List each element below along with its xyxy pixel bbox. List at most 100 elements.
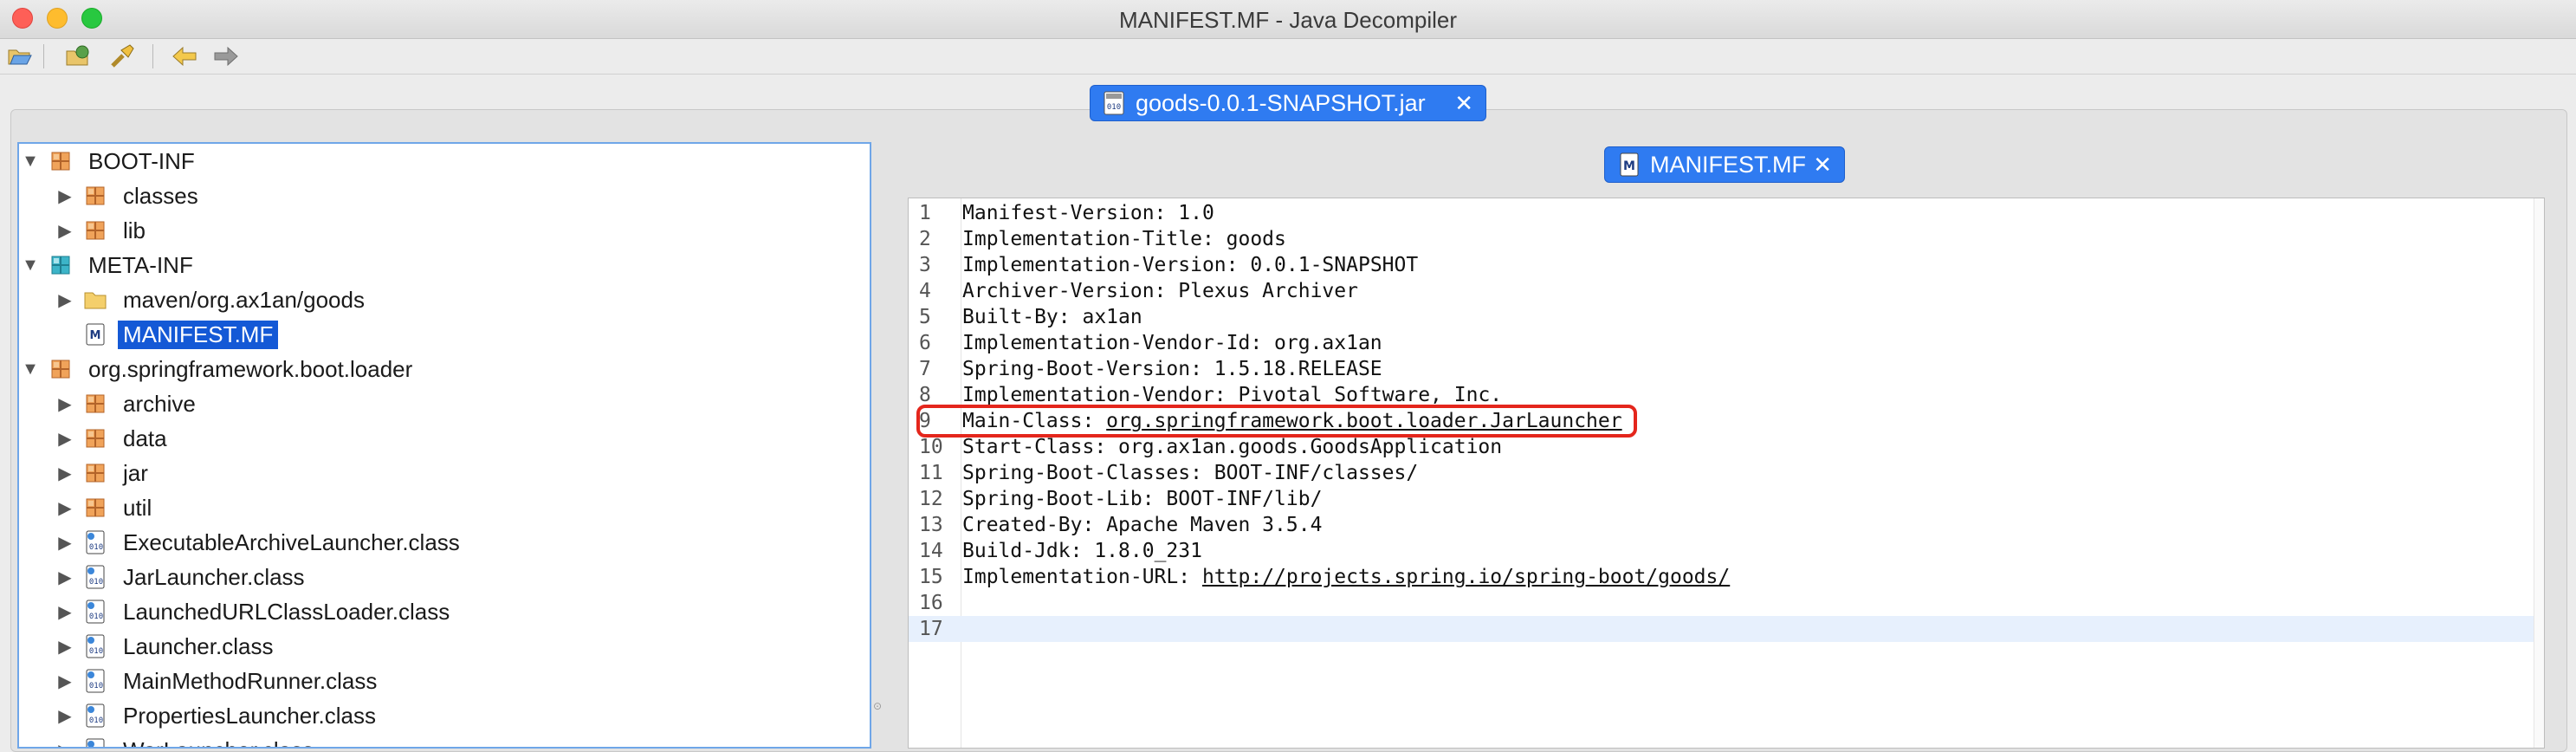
collapse-arrow-icon[interactable]: ▼	[19, 152, 42, 172]
manifest-key: Manifest-Version:	[962, 202, 1179, 224]
expand-arrow-icon[interactable]: ▶	[54, 532, 76, 554]
collapse-arrow-icon[interactable]: ▼	[19, 256, 42, 276]
tree-item-label: lib	[123, 217, 146, 243]
collapse-arrow-icon[interactable]: ▼	[19, 360, 42, 379]
expand-arrow-icon[interactable]: ▶	[54, 705, 76, 727]
package-icon	[83, 392, 107, 416]
search-flashlight-icon	[111, 44, 134, 68]
class-file-icon: 010	[83, 738, 107, 747]
manifest-value: BOOT-INF/classes/	[1214, 462, 1419, 484]
tree-item[interactable]: ▶ lib	[54, 215, 151, 246]
search-button[interactable]	[107, 42, 137, 70]
code-editor[interactable]: 1 Manifest-Version: 1.0 2 Implementation-Ti…	[908, 198, 2545, 749]
manifest-value: 1.5.18.RELEASE	[1214, 358, 1382, 380]
tab-jar-label: goods-0.0.1-SNAPSHOT.jar	[1136, 89, 1426, 116]
expand-arrow-icon[interactable]: ▶	[54, 428, 76, 450]
manifest-key: Start-Class:	[962, 436, 1119, 458]
svg-text:010: 010	[89, 613, 103, 621]
tree-item[interactable]: ▶ 010 LaunchedURLClassLoader.class	[54, 596, 455, 627]
tree-item[interactable]: ▶ 010 JarLauncher.class	[54, 561, 310, 593]
package-tree[interactable]: ▼ BOOT-INF ▶ classes ▶ lib ▼ META-INF ▶ maven/org…	[17, 142, 871, 749]
tree-item[interactable]: ▼ BOOT-INF	[19, 146, 200, 177]
manifest-value: ax1an	[1082, 306, 1142, 328]
tree-item-label: MainMethodRunner.class	[123, 667, 378, 694]
tree-item-label: classes	[123, 182, 198, 209]
tree-item-label: archive	[123, 390, 196, 417]
manifest-key: Implementation-Vendor-Id:	[962, 332, 1275, 354]
open-type-button[interactable]	[64, 42, 94, 70]
tree-item[interactable]: ▶ jar	[54, 457, 153, 489]
tree-item[interactable]: ▶ 010 MainMethodRunner.class	[54, 665, 382, 697]
expand-arrow-icon[interactable]: ▶	[54, 463, 76, 484]
manifest-value: BOOT-INF/lib/	[1166, 488, 1323, 510]
expand-arrow-icon[interactable]: ▶	[54, 740, 76, 748]
open-file-button[interactable]	[5, 42, 35, 70]
line-number: 5	[919, 306, 931, 328]
expand-arrow-icon[interactable]: ▶	[54, 671, 76, 692]
tree-item[interactable]: ▶ 010 PropertiesLauncher.class	[54, 700, 381, 731]
manifest-value-link[interactable]: http://projects.spring.io/spring-boot/go…	[1202, 566, 1730, 588]
forward-button[interactable]	[211, 42, 241, 70]
code-line: 14 Build-Jdk: 1.8.0_231	[909, 538, 2544, 564]
manifest-key: Implementation-Title:	[962, 228, 1227, 250]
tree-item-label: data	[123, 425, 167, 451]
tree-item[interactable]: ▶ util	[54, 492, 157, 523]
expand-arrow-icon[interactable]: ▶	[54, 289, 76, 311]
back-button[interactable]	[170, 42, 199, 70]
vertical-scrollbar[interactable]	[2534, 198, 2544, 748]
line-number: 10	[919, 436, 943, 458]
tree-item[interactable]: ▶ 010 ExecutableArchiveLauncher.class	[54, 527, 465, 558]
toolbar	[0, 39, 2576, 75]
manifest-value: org.ax1an	[1274, 332, 1382, 354]
tree-item[interactable]: ▶ 010 WarLauncher.class	[54, 735, 319, 748]
title-bar: MANIFEST.MF - Java Decompiler	[0, 0, 2576, 39]
svg-text:010: 010	[89, 543, 103, 552]
code-text: Start-Class: org.ax1an.goods.GoodsApplic…	[962, 434, 1502, 460]
tab-jar[interactable]: 010 goods-0.0.1-SNAPSHOT.jar ✕	[1090, 85, 1486, 121]
code-line: 17	[909, 616, 2544, 642]
class-file-icon: 010	[83, 530, 107, 554]
splitter-handle[interactable]: ⊙	[873, 700, 882, 712]
manifest-value: 1.8.0_231	[1094, 540, 1202, 562]
manifest-key: Spring-Boot-Lib:	[962, 488, 1167, 510]
class-file-icon: 010	[83, 634, 107, 658]
tree-item-label: Launcher.class	[123, 632, 274, 659]
jar-file-icon: 010	[1104, 91, 1124, 115]
code-text: Archiver-Version: Plexus Archiver	[962, 278, 1358, 304]
line-number: 6	[919, 332, 931, 354]
tree-item-label: BOOT-INF	[88, 147, 195, 174]
tree-item-label: JarLauncher.class	[123, 563, 305, 590]
manifest-key: Archiver-Version:	[962, 280, 1179, 302]
line-number: 16	[919, 592, 943, 614]
code-line: 16	[909, 590, 2544, 616]
tree-item[interactable]: ▶ 010 Launcher.class	[54, 631, 278, 662]
svg-text:010: 010	[89, 647, 103, 656]
expand-arrow-icon[interactable]: ▶	[54, 185, 76, 207]
expand-arrow-icon[interactable]: ▶	[54, 636, 76, 658]
manifest-value: Apache Maven 3.5.4	[1106, 514, 1323, 536]
line-number: 11	[919, 462, 943, 484]
tab-manifest[interactable]: M MANIFEST.MF ✕	[1604, 146, 1845, 183]
tree-item[interactable]: ▶ maven/org.ax1an/goods	[54, 284, 370, 315]
manifest-value: Pivotal Software, Inc.	[1238, 384, 1503, 406]
code-text: Spring-Boot-Classes: BOOT-INF/classes/	[962, 460, 1418, 486]
tree-item[interactable]: ▶ classes	[54, 180, 204, 211]
tree-item[interactable]: ▶ archive	[54, 388, 201, 419]
close-tab-jar-button[interactable]: ✕	[1454, 90, 1473, 117]
tree-item[interactable]: ▼ org.springframework.boot.loader	[19, 353, 417, 385]
tree-item[interactable]: ▼ META-INF	[19, 250, 198, 281]
manifest-file-icon: M	[83, 322, 107, 347]
tree-item[interactable]: ▶ data	[54, 423, 172, 454]
code-text: Manifest-Version: 1.0	[962, 200, 1214, 226]
expand-arrow-icon[interactable]: ▶	[54, 601, 76, 623]
expand-arrow-icon[interactable]: ▶	[54, 220, 76, 242]
expand-arrow-icon[interactable]: ▶	[54, 567, 76, 588]
code-line: 4 Archiver-Version: Plexus Archiver	[909, 278, 2544, 304]
close-tab-manifest-button[interactable]: ✕	[1813, 152, 1832, 178]
expand-arrow-icon[interactable]: ▶	[54, 497, 76, 519]
tree-item[interactable]: M MANIFEST.MF	[54, 319, 279, 350]
tree-item-label: MANIFEST.MF	[118, 320, 279, 349]
code-line: 5 Built-By: ax1an	[909, 304, 2544, 330]
expand-arrow-icon[interactable]: ▶	[54, 393, 76, 415]
open-type-icon	[66, 45, 89, 66]
